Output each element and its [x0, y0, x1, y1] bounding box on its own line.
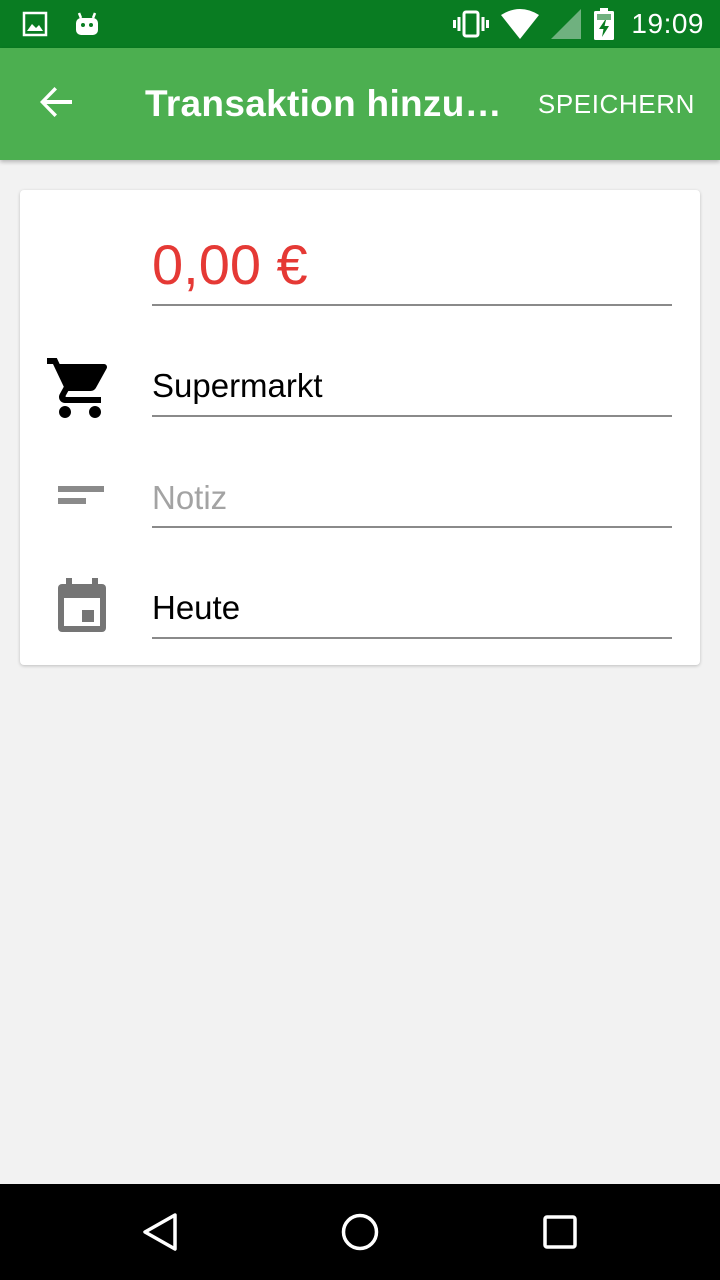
shopping-cart-icon[interactable]: [42, 352, 118, 424]
note-placeholder: Notiz: [152, 479, 228, 516]
arrow-back-icon: [38, 84, 74, 124]
battery-charging-icon: [593, 8, 615, 40]
page-title: Transaktion hinzufügen: [145, 83, 503, 124]
note-input[interactable]: Notiz: [152, 470, 672, 528]
recents-square-icon[interactable]: [500, 1184, 620, 1280]
category-field[interactable]: Supermarkt: [152, 358, 672, 417]
save-button[interactable]: SPEICHERN: [538, 89, 695, 120]
back-button[interactable]: [0, 48, 112, 160]
wifi-icon: [501, 9, 540, 39]
status-time: 19:09: [631, 8, 704, 39]
app-bar: Transaktion hinzufügen SPEICHERN: [0, 48, 720, 160]
android-icon: [74, 11, 100, 37]
status-bar: 19:09: [0, 0, 720, 48]
home-circle-icon[interactable]: [300, 1184, 420, 1280]
short-text-icon: [58, 486, 104, 508]
image-icon: [22, 11, 48, 37]
calendar-icon[interactable]: [56, 578, 108, 634]
signal-icon: [551, 9, 582, 39]
amount-field[interactable]: 0,00 €: [152, 230, 672, 306]
category-value: Supermarkt: [152, 367, 323, 404]
date-field[interactable]: Heute: [152, 580, 672, 639]
date-value: Heute: [152, 589, 241, 626]
back-triangle-icon[interactable]: [100, 1184, 220, 1280]
navigation-bar: [0, 1184, 720, 1280]
amount-value: 0,00 €: [152, 233, 308, 296]
vibrate-icon: [453, 10, 490, 38]
transaction-form-card: 0,00 € Supermarkt Notiz Heute: [20, 190, 700, 665]
